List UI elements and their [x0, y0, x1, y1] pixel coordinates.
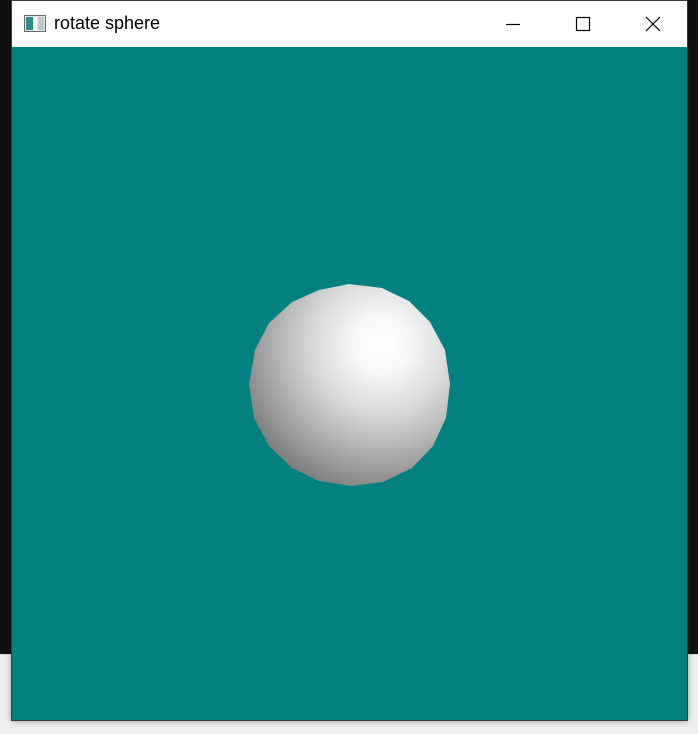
- desktop: rotate sphere: [0, 0, 698, 734]
- window-title: rotate sphere: [54, 13, 161, 33]
- close-icon: [645, 16, 661, 32]
- rotating-sphere: [249, 284, 450, 486]
- close-button[interactable]: [618, 1, 688, 47]
- app-window: rotate sphere: [11, 0, 688, 721]
- maximize-icon: [575, 16, 591, 32]
- gl-canvas[interactable]: [12, 47, 687, 720]
- title-bar[interactable]: rotate sphere: [12, 1, 687, 47]
- maximize-button[interactable]: [548, 1, 618, 47]
- opengl-window-icon: [24, 15, 46, 32]
- minimize-icon: [506, 23, 520, 26]
- minimize-button[interactable]: [478, 1, 548, 47]
